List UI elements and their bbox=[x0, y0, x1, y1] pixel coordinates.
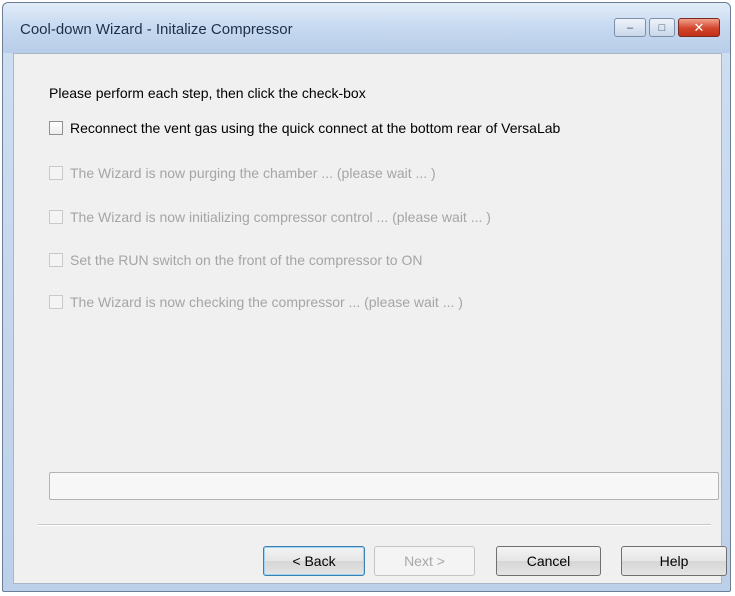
step-2-purging-chamber[interactable]: The Wizard is now purging the chamber ..… bbox=[49, 165, 436, 181]
window-title: Cool-down Wizard - Initalize Compressor bbox=[20, 21, 293, 38]
cancel-button[interactable]: Cancel bbox=[496, 546, 601, 576]
maximize-icon: □ bbox=[658, 21, 666, 34]
step-4-label: Set the RUN switch on the front of the c… bbox=[70, 252, 423, 268]
button-separator bbox=[38, 524, 711, 526]
step-3-checkbox[interactable] bbox=[49, 210, 63, 224]
close-icon: ✕ bbox=[693, 19, 705, 35]
step-2-checkbox[interactable] bbox=[49, 166, 63, 180]
step-4-checkbox[interactable] bbox=[49, 253, 63, 267]
wizard-window: Cool-down Wizard - Initalize Compressor … bbox=[2, 2, 731, 592]
title-bar[interactable]: Cool-down Wizard - Initalize Compressor … bbox=[3, 3, 730, 53]
next-button[interactable]: Next > bbox=[374, 546, 475, 576]
step-5-label: The Wizard is now checking the compresso… bbox=[70, 294, 463, 310]
step-1-label: Reconnect the vent gas using the quick c… bbox=[70, 120, 561, 136]
progress-bar bbox=[49, 472, 719, 500]
instruction-text: Please perform each step, then click the… bbox=[49, 85, 366, 101]
step-5-checkbox[interactable] bbox=[49, 295, 63, 309]
step-1-reconnect-vent-gas[interactable]: Reconnect the vent gas using the quick c… bbox=[49, 120, 560, 136]
step-4-run-switch-on[interactable]: Set the RUN switch on the front of the c… bbox=[49, 252, 422, 268]
back-button[interactable]: < Back bbox=[263, 546, 365, 576]
minimize-button[interactable]: – bbox=[614, 18, 646, 37]
step-3-label: The Wizard is now initializing compresso… bbox=[70, 209, 491, 225]
step-5-checking-compressor[interactable]: The Wizard is now checking the compresso… bbox=[49, 294, 463, 310]
step-3-initializing-compressor[interactable]: The Wizard is now initializing compresso… bbox=[49, 209, 491, 225]
close-button[interactable]: ✕ bbox=[678, 18, 720, 37]
maximize-button[interactable]: □ bbox=[649, 18, 675, 37]
step-1-checkbox[interactable] bbox=[49, 121, 63, 135]
help-button[interactable]: Help bbox=[621, 546, 727, 576]
minimize-icon: – bbox=[626, 21, 634, 34]
step-2-label: The Wizard is now purging the chamber ..… bbox=[70, 165, 436, 181]
wizard-content: Please perform each step, then click the… bbox=[13, 53, 727, 584]
